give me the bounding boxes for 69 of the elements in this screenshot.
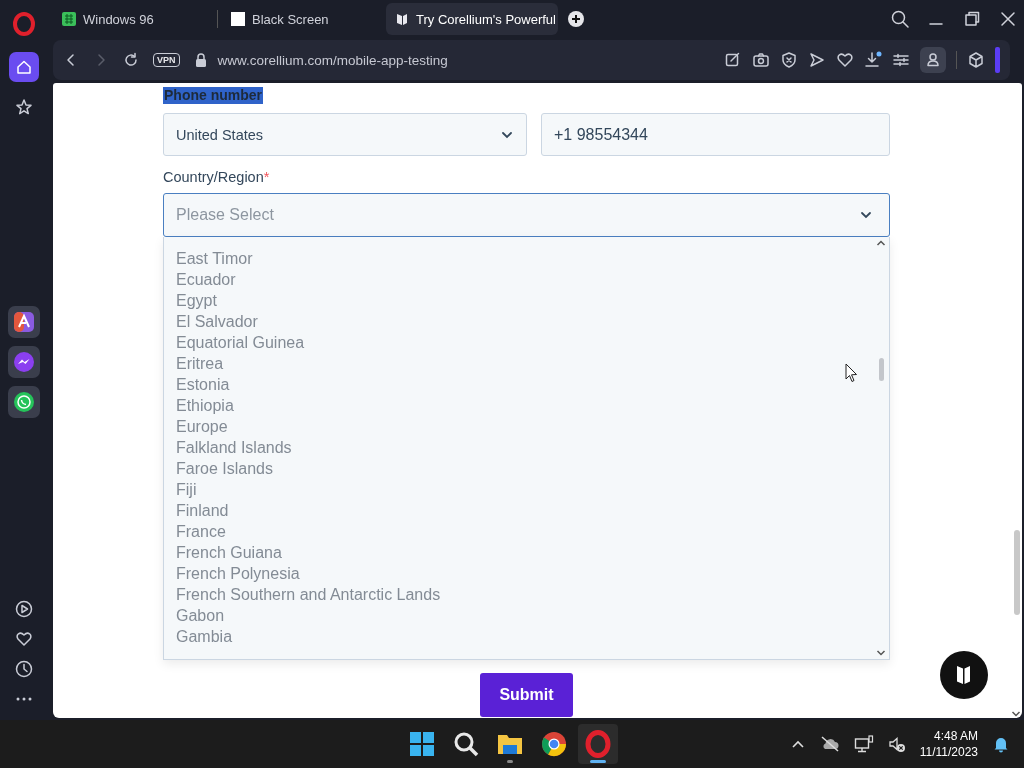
send-icon[interactable] [808, 51, 826, 69]
cloud-off-icon[interactable] [819, 736, 840, 752]
clock-icon[interactable] [15, 660, 33, 678]
dropdown-option[interactable]: Egypt [176, 290, 217, 311]
aria-app-icon[interactable] [8, 306, 40, 338]
sidebar-toggle[interactable] [995, 47, 1000, 73]
reload-icon[interactable] [123, 52, 139, 68]
heart-icon[interactable] [15, 630, 33, 648]
new-tab-icon[interactable] [568, 11, 584, 27]
dropdown-option[interactable]: Ethiopia [176, 395, 234, 416]
messenger-icon[interactable] [8, 346, 40, 378]
home-icon[interactable] [9, 52, 39, 82]
dropdown-option[interactable]: Ecuador [176, 269, 236, 290]
browser-tab[interactable]: Windows 96 [53, 3, 213, 35]
dropdown-option[interactable]: French Southern and Antarctic Lands [176, 584, 441, 605]
search-icon[interactable] [890, 9, 910, 29]
opera-icon[interactable] [578, 724, 618, 764]
download-icon[interactable] [864, 51, 882, 69]
profile-icon[interactable] [920, 47, 946, 73]
tab-icon [230, 11, 246, 27]
dropdown-option[interactable]: Europe [176, 416, 228, 437]
cursor-icon [845, 363, 859, 383]
chat-button[interactable] [940, 651, 988, 699]
dropdown-option[interactable]: Fiji [176, 479, 197, 500]
phone-label: Phone number [163, 87, 263, 104]
cube-icon[interactable] [967, 51, 985, 69]
page-scrollbar-thumb[interactable] [1014, 530, 1020, 615]
clock[interactable]: 4:48 AM 11/11/2023 [919, 728, 978, 760]
dropdown-option[interactable]: Equatorial Guinea [176, 332, 305, 353]
heart-icon[interactable] [836, 51, 854, 69]
country-select[interactable]: Please Select [163, 193, 890, 237]
dropdown-option[interactable]: France [176, 521, 226, 542]
country-label: Country/Region* [163, 169, 271, 185]
dropdown-option[interactable]: French Guiana [176, 542, 282, 563]
dropdown-option[interactable]: French Polynesia [176, 563, 300, 584]
bell-icon[interactable] [992, 735, 1010, 753]
tab-icon [61, 11, 77, 27]
volume-muted-icon[interactable] [887, 735, 906, 753]
dropdown-option[interactable]: Faroe Islands [176, 458, 273, 479]
dropdown-option[interactable]: East Timor [176, 248, 253, 269]
dropdown-option[interactable]: Gambia [176, 626, 233, 647]
browser-tab[interactable]: Black Screen [222, 3, 382, 35]
lock-icon [193, 52, 208, 68]
opera-logo[interactable] [12, 12, 36, 36]
edit-icon[interactable] [724, 51, 742, 69]
close-icon[interactable] [998, 9, 1018, 29]
restore-icon[interactable] [962, 9, 982, 29]
sliders-icon[interactable] [892, 51, 910, 69]
country-code-select[interactable]: United States [163, 113, 527, 156]
whatsapp-icon[interactable] [8, 386, 40, 418]
scroll-up-icon[interactable] [876, 239, 886, 247]
scrollbar-thumb[interactable] [879, 358, 884, 381]
browser-tab[interactable]: Try Corellium's Powerful [386, 3, 558, 35]
address-field[interactable]: www.corellium.com/mobile-app-testing [217, 52, 448, 68]
vpn-badge[interactable]: VPN [153, 53, 180, 67]
phone-input[interactable]: +1 98554344 [541, 113, 890, 156]
camera-icon[interactable] [752, 51, 770, 69]
play-icon[interactable] [15, 600, 33, 618]
dropdown-option[interactable]: Eritrea [176, 353, 224, 374]
submit-button[interactable]: Submit [480, 673, 573, 717]
scroll-down-icon[interactable] [1011, 710, 1021, 718]
shield-icon[interactable] [780, 51, 798, 69]
dropdown-option[interactable]: Finland [176, 500, 229, 521]
dropdown-option[interactable]: Falkland Islands [176, 437, 292, 458]
tab-icon [394, 11, 410, 27]
dropdown-option[interactable]: Gabon [176, 605, 225, 626]
network-icon[interactable] [853, 735, 874, 753]
dropdown-option[interactable]: El Salvador [176, 311, 258, 332]
dropdown-option[interactable]: Estonia [176, 374, 230, 395]
